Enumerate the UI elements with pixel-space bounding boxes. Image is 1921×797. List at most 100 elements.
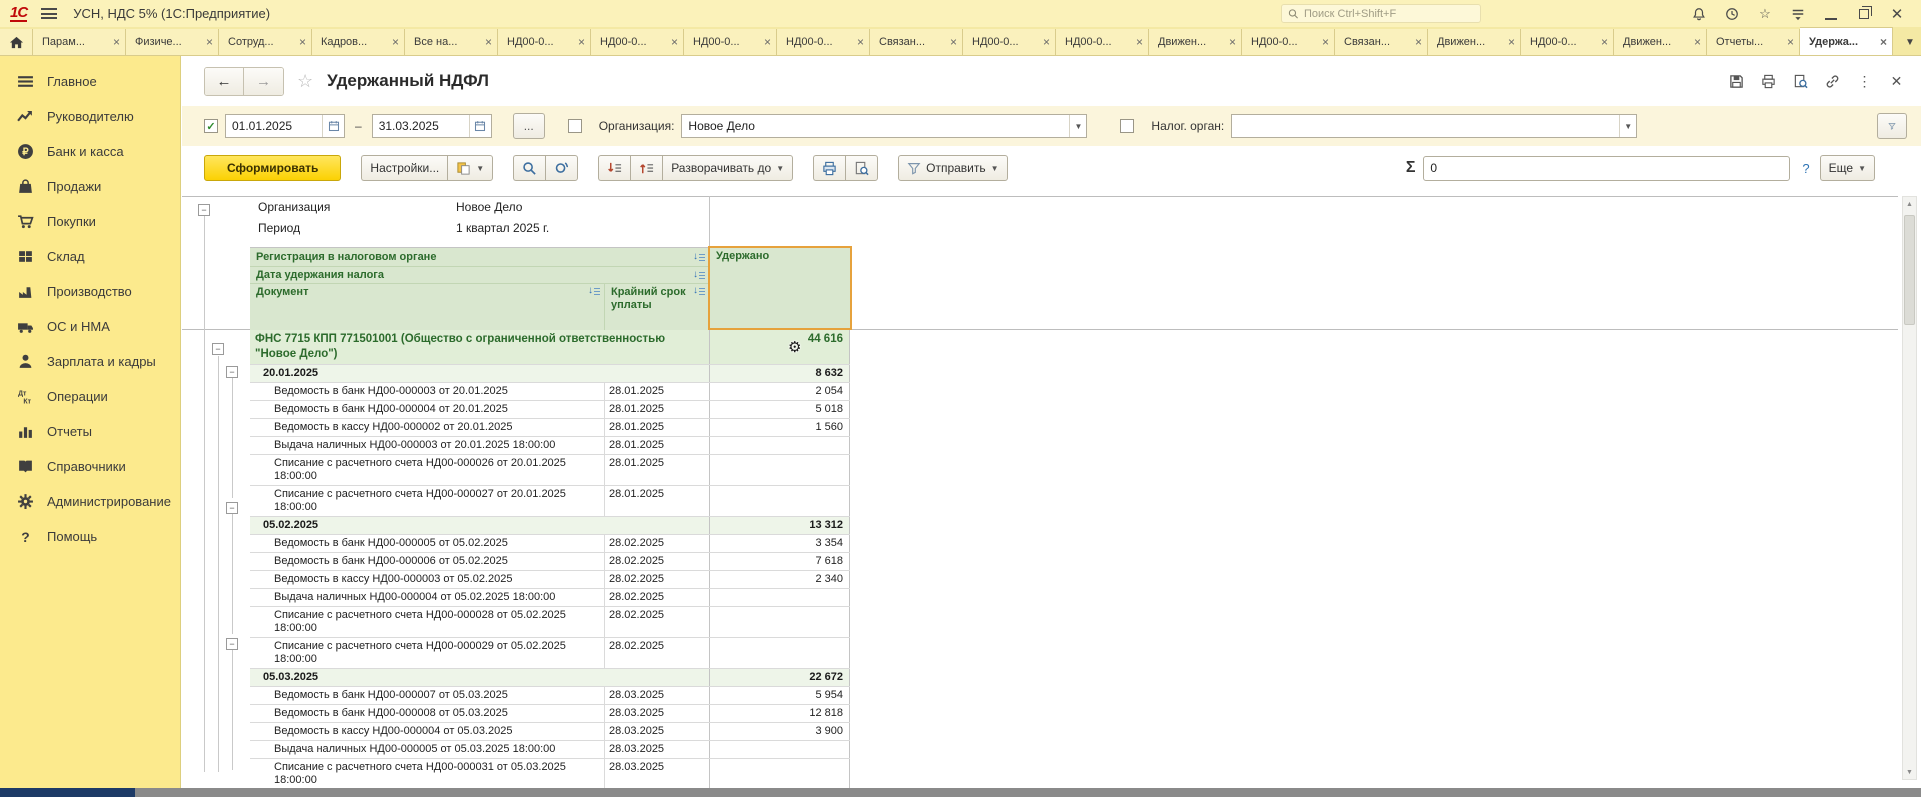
cell-deadline[interactable]: 28.03.2025 — [604, 759, 709, 788]
cell-withheld[interactable]: 2 054 — [709, 383, 850, 400]
filter-settings-button[interactable] — [1877, 113, 1907, 139]
collapse-group-button[interactable]: − — [212, 343, 224, 355]
table-row[interactable]: 20.01.2025 8 632 — [250, 365, 850, 383]
cell-withheld[interactable]: 1 560 — [709, 419, 850, 436]
cell-document[interactable]: Ведомость в кассу НД00-000003 от 05.02.2… — [250, 571, 604, 588]
print-button[interactable] — [813, 155, 845, 181]
scrollbar-thumb[interactable] — [1904, 215, 1915, 325]
tab-close-icon[interactable]: × — [1508, 35, 1515, 49]
table-row[interactable]: Ведомость в банк НД00-000007 от 05.03.20… — [250, 687, 850, 705]
header-registration[interactable]: Регистрация в налоговом органе ↓ — [250, 248, 709, 267]
calendar-icon[interactable] — [322, 115, 344, 137]
cell-withheld[interactable]: 44 616 — [709, 330, 850, 364]
header-deadline[interactable]: Крайний срок уплаты ↓ — [604, 284, 709, 330]
close-window-button[interactable]: ✕ — [1889, 6, 1905, 22]
tab-close-icon[interactable]: × — [1415, 35, 1422, 49]
table-row[interactable]: Ведомость в банк НД00-000004 от 20.01.20… — [250, 401, 850, 419]
chevron-down-icon[interactable]: ▼ — [1069, 115, 1086, 137]
get-link-icon[interactable] — [1824, 73, 1841, 90]
tab[interactable]: НД00-0... × — [1242, 29, 1335, 55]
table-row[interactable]: Выдача наличных НД00-000003 от 20.01.202… — [250, 437, 850, 455]
sidebar-item[interactable]: ₽ Банк и касса — [0, 134, 180, 169]
tab[interactable]: Сотруд... × — [219, 29, 312, 55]
print-icon[interactable] — [1760, 73, 1777, 90]
cell-document[interactable]: Списание с расчетного счета НД00-000028 … — [250, 607, 604, 637]
tabs-overflow-button[interactable]: ▼ — [1899, 29, 1921, 55]
cell-withheld[interactable] — [709, 589, 850, 606]
history-icon[interactable] — [1724, 6, 1740, 22]
cell-withheld[interactable]: 3 354 — [709, 535, 850, 552]
sort-icon[interactable]: ↓ — [693, 270, 705, 280]
tab-close-icon[interactable]: × — [764, 35, 771, 49]
send-button[interactable]: Отправить▼ — [898, 155, 1007, 181]
sort-icon[interactable]: ↓ — [588, 286, 600, 296]
cell-deadline[interactable]: 28.02.2025 — [604, 607, 709, 637]
tab-close-icon[interactable]: × — [950, 35, 957, 49]
cell-document[interactable]: Ведомость в банк НД00-000005 от 05.02.20… — [250, 535, 604, 552]
cell-withheld[interactable]: 5 954 — [709, 687, 850, 704]
table-row[interactable]: Ведомость в кассу НД00-000004 от 05.03.2… — [250, 723, 850, 741]
cell-document[interactable]: Ведомость в кассу НД00-000004 от 05.03.2… — [250, 723, 604, 740]
settings-button[interactable]: Настройки... — [361, 155, 447, 181]
cell-document[interactable]: Выдача наличных НД00-000003 от 20.01.202… — [250, 437, 604, 454]
cell-document[interactable]: Ведомость в банк НД00-000004 от 20.01.20… — [250, 401, 604, 418]
cell-withheld[interactable] — [709, 455, 850, 485]
tab-close-icon[interactable]: × — [392, 35, 399, 49]
report-sheet[interactable]: − − − − − Организация Новое Дело Период … — [182, 190, 1921, 788]
calendar-icon[interactable] — [469, 115, 491, 137]
close-report-icon[interactable]: ✕ — [1888, 73, 1905, 90]
cell-document[interactable]: Списание с расчетного счета НД00-000029 … — [250, 638, 604, 668]
cell-document[interactable]: Списание с расчетного счета НД00-000026 … — [250, 455, 604, 485]
sort-icon[interactable]: ↓ — [693, 252, 705, 262]
sidebar-item[interactable]: Зарплата и кадры — [0, 344, 180, 379]
table-row[interactable]: Ведомость в банк НД00-000003 от 20.01.20… — [250, 383, 850, 401]
cell-deadline[interactable]: 28.03.2025 — [604, 741, 709, 758]
save-icon[interactable] — [1728, 73, 1745, 90]
table-row[interactable]: Списание с расчетного счета НД00-000029 … — [250, 638, 850, 669]
date-from-input[interactable]: 01.01.2025 — [225, 114, 345, 138]
table-row[interactable]: Ведомость в банк НД00-000006 от 05.02.20… — [250, 553, 850, 571]
cell-document[interactable]: Выдача наличных НД00-000004 от 05.02.202… — [250, 589, 604, 606]
cell-document[interactable]: Ведомость в банк НД00-000006 от 05.02.20… — [250, 553, 604, 570]
cell-withheld[interactable] — [709, 607, 850, 637]
cell-withheld[interactable]: 12 818 — [709, 705, 850, 722]
tax-authority-checkbox[interactable] — [1120, 119, 1134, 133]
tab[interactable]: НД00-0... × — [963, 29, 1056, 55]
cell-deadline[interactable]: 28.02.2025 — [604, 589, 709, 606]
table-row[interactable]: Списание с расчетного счета НД00-000026 … — [250, 455, 850, 486]
functions-menu-icon[interactable] — [1790, 6, 1806, 22]
sidebar-item[interactable]: ОС и НМА — [0, 309, 180, 344]
table-row[interactable]: Ведомость в кассу НД00-000003 от 05.02.2… — [250, 571, 850, 589]
cell-deadline[interactable]: 28.01.2025 — [604, 455, 709, 485]
tab-close-icon[interactable]: × — [485, 35, 492, 49]
expand-to-button[interactable]: Разворачивать до▼ — [662, 155, 793, 181]
organization-checkbox[interactable] — [568, 119, 582, 133]
date-to-input[interactable]: 31.03.2025 — [372, 114, 492, 138]
cell-deadline[interactable]: 28.03.2025 — [604, 687, 709, 704]
table-row[interactable]: Списание с расчетного счета НД00-000031 … — [250, 759, 850, 788]
cell-document[interactable]: Ведомость в кассу НД00-000002 от 20.01.2… — [250, 419, 604, 436]
table-row[interactable]: 05.02.2025 13 312 — [250, 517, 850, 535]
cell-deadline[interactable]: 28.02.2025 — [604, 553, 709, 570]
period-variants-button[interactable]: ... — [513, 113, 545, 139]
main-menu-icon[interactable] — [41, 8, 57, 19]
tab[interactable]: Связан... × — [870, 29, 963, 55]
tax-authority-combo[interactable]: ▼ — [1231, 114, 1637, 138]
cell-withheld[interactable]: 22 672 — [709, 669, 850, 686]
notifications-bell-icon[interactable] — [1691, 6, 1707, 22]
table-row[interactable]: Выдача наличных НД00-000004 от 05.02.202… — [250, 589, 850, 607]
cell-deadline[interactable]: 28.03.2025 — [604, 723, 709, 740]
collapse-all-button[interactable] — [630, 155, 662, 181]
nav-forward-button[interactable]: → — [244, 68, 283, 95]
chevron-down-icon[interactable]: ▼ — [1619, 115, 1636, 137]
tab[interactable]: НД00-0... × — [591, 29, 684, 55]
favorite-star-icon[interactable]: ☆ — [297, 71, 313, 92]
table-row[interactable]: Ведомость в кассу НД00-000002 от 20.01.2… — [250, 419, 850, 437]
tab[interactable]: Кадров... × — [312, 29, 405, 55]
collapse-group-button[interactable]: − — [226, 502, 238, 514]
sidebar-item[interactable]: Склад — [0, 239, 180, 274]
sidebar-item[interactable]: Продажи — [0, 169, 180, 204]
tab-close-icon[interactable]: × — [1601, 35, 1608, 49]
tab[interactable]: Удержа... × — [1800, 27, 1893, 55]
vertical-scrollbar[interactable]: ▲ ▼ — [1902, 196, 1917, 780]
